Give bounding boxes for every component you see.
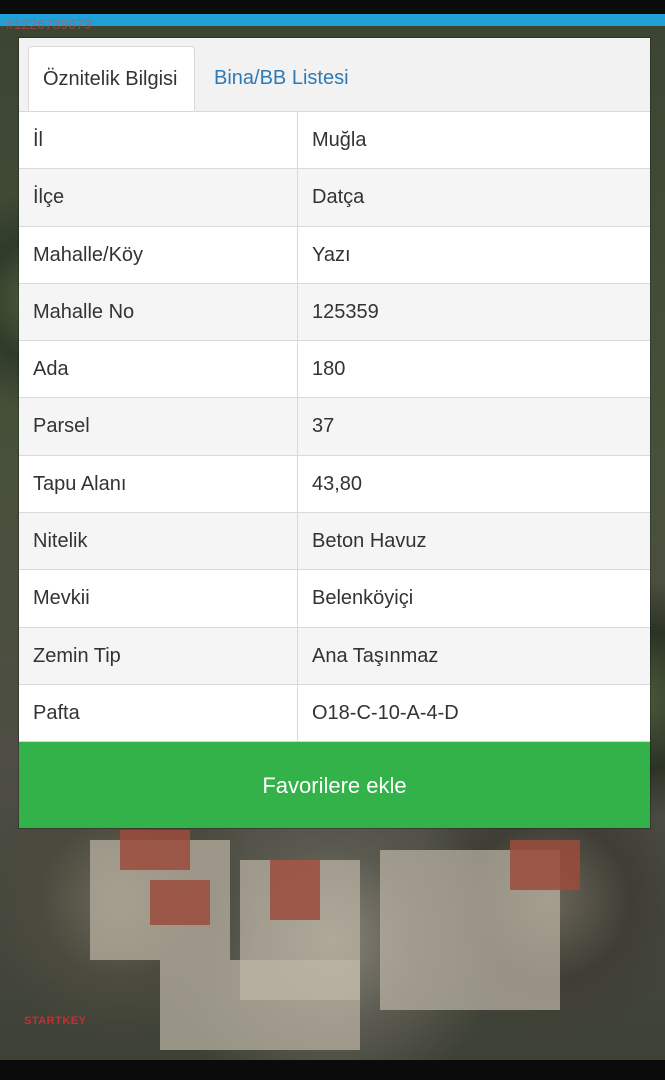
attribute-value: Ana Taşınmaz bbox=[312, 644, 439, 667]
table-row: Mahalle/Köy Yazı bbox=[19, 226, 650, 284]
attribute-value: O18-C-10-A-4-D bbox=[312, 701, 459, 724]
tab-bar: Öznitelik Bilgisi Bina/BB Listesi bbox=[19, 38, 650, 112]
attribute-value: Yazı bbox=[312, 243, 351, 266]
attribute-key: Mahalle/Köy bbox=[19, 226, 298, 283]
table-row: Tapu Alanı 43,80 bbox=[19, 455, 650, 514]
brand-watermark: STARTKEY bbox=[24, 1015, 87, 1027]
attribute-key: Zemin Tip bbox=[19, 627, 298, 684]
table-row: Zemin Tip Ana Taşınmaz bbox=[19, 627, 650, 685]
attribute-key: Nitelik bbox=[19, 513, 298, 570]
attribute-key: Mevkii bbox=[19, 570, 298, 627]
attribute-key: Ada bbox=[19, 341, 298, 398]
attribute-key: Parsel bbox=[19, 398, 298, 455]
listing-id-watermark: #1226739679 bbox=[6, 16, 92, 32]
table-row: Nitelik Beton Havuz bbox=[19, 513, 650, 571]
attribute-key: Mahalle No bbox=[19, 283, 298, 341]
tab-building-list[interactable]: Bina/BB Listesi bbox=[200, 46, 363, 111]
attribute-value: 125359 bbox=[312, 300, 379, 323]
attribute-value: Belenköyiçi bbox=[312, 587, 414, 610]
table-row: Mevkii Belenköyiçi bbox=[19, 570, 650, 628]
attribute-value: Beton Havuz bbox=[312, 530, 427, 553]
attribute-key: Pafta bbox=[19, 684, 298, 742]
add-to-favorites-button[interactable]: Favorilere ekle bbox=[19, 742, 650, 828]
attribute-key: Tapu Alanı bbox=[19, 455, 298, 513]
table-row: Ada 180 bbox=[19, 341, 650, 399]
attribute-value: 180 bbox=[312, 358, 346, 381]
parcel-info-panel: Öznitelik Bilgisi Bina/BB Listesi İl Muğ… bbox=[19, 38, 650, 828]
table-row: Mahalle No 125359 bbox=[19, 283, 650, 342]
table-row: Parsel 37 bbox=[19, 398, 650, 456]
attribute-key: İlçe bbox=[19, 169, 298, 226]
table-row: İl Muğla bbox=[19, 112, 650, 170]
table-row: İlçe Datça bbox=[19, 169, 650, 227]
satellite-rooftops bbox=[0, 820, 665, 1080]
table-row: Pafta O18-C-10-A-4-D bbox=[19, 684, 650, 743]
map-background: #1226739679 STARTKEY Öznitelik Bilgisi B… bbox=[0, 0, 665, 1080]
attribute-value: 37 bbox=[312, 415, 335, 438]
tab-attribute-info[interactable]: Öznitelik Bilgisi bbox=[28, 46, 195, 111]
header-accent-line bbox=[0, 14, 665, 26]
attribute-value: Muğla bbox=[312, 129, 367, 151]
bottom-bar bbox=[0, 1060, 665, 1080]
status-bar bbox=[0, 0, 665, 14]
attribute-value: 43,80 bbox=[312, 472, 363, 495]
attribute-table: İl Muğla İlçe Datça Mahalle/Köy Yazı Mah… bbox=[19, 112, 650, 743]
attribute-value: Datça bbox=[312, 186, 365, 209]
attribute-key: İl bbox=[19, 112, 298, 169]
